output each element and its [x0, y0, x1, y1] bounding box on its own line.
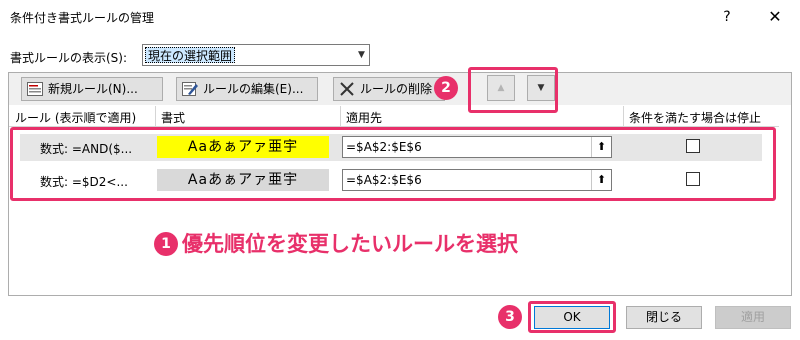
rules-highlight-box: [10, 127, 776, 201]
delete-rule-label: ルールの削除: [360, 82, 433, 96]
chevron-down-icon[interactable]: ▼: [353, 45, 369, 65]
step-1-annotation: 1 優先順位を変更したいルールを選択: [154, 228, 518, 258]
ok-button[interactable]: OK: [534, 306, 610, 329]
close-button[interactable]: 閉じる: [626, 306, 702, 329]
rules-toolbar: 新規ルール(N)... ルールの編集(E)... ルールの削除 ▲ ▼: [9, 73, 791, 105]
edit-rule-label: ルールの編集(E)...: [203, 82, 304, 96]
delete-icon: [340, 82, 354, 96]
delete-rule-button[interactable]: ルールの削除: [333, 77, 445, 101]
new-rule-button[interactable]: 新規ルール(N)...: [21, 77, 163, 101]
rules-column-header: ルール (表示順で適用) 書式 適用先 条件を満たす場合は停止: [9, 106, 779, 127]
step-1-badge: 1: [154, 232, 178, 256]
help-button[interactable]: ?: [716, 6, 738, 28]
scope-selected-value: 現在の選択範囲: [145, 47, 236, 63]
edit-rule-icon: [182, 82, 198, 96]
rules-scrollbar[interactable]: [779, 106, 791, 295]
column-applies-to: 適用先: [346, 111, 383, 125]
new-rule-icon: [27, 82, 43, 96]
arrows-highlight-box: [468, 67, 558, 113]
apply-button[interactable]: 適用: [715, 306, 791, 329]
close-icon[interactable]: ✕: [762, 4, 788, 30]
show-rules-label: 書式ルールの表示(S):: [10, 51, 128, 65]
column-format: 書式: [161, 111, 186, 125]
column-divider: [623, 106, 624, 127]
dialog-title: 条件付き書式ルールの管理: [10, 11, 155, 25]
column-rule: ルール (表示順で適用): [15, 111, 137, 125]
scope-dropdown[interactable]: 現在の選択範囲 ▼: [142, 44, 370, 66]
column-divider: [155, 106, 156, 127]
edit-rule-button[interactable]: ルールの編集(E)...: [176, 77, 318, 101]
column-stop-if-true: 条件を満たす場合は停止: [629, 111, 762, 125]
column-divider: [340, 106, 341, 127]
step-1-text: 優先順位を変更したいルールを選択: [182, 232, 518, 256]
new-rule-label: 新規ルール(N)...: [48, 82, 138, 96]
step-3-badge: 3: [498, 305, 522, 329]
step-2-badge: 2: [434, 76, 458, 100]
